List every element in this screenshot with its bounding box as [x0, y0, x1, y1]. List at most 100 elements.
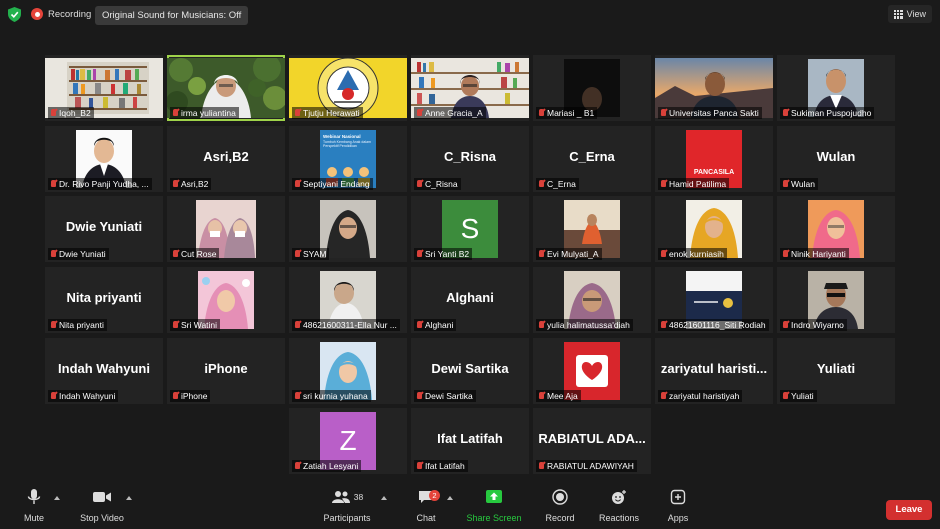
participants-label: Participants	[323, 513, 371, 523]
pancasila-text: PANCASILA	[693, 169, 735, 176]
audio-options-caret-icon[interactable]	[54, 496, 60, 500]
participant-tile[interactable]: Alghani Alghani	[411, 267, 529, 333]
participant-display-name: RABIATUL ADA...	[538, 431, 646, 446]
participant-name: Sukiman Puspojudho	[780, 107, 875, 119]
participant-tile[interactable]: 48621601116_Siti Rodiah	[655, 267, 773, 333]
participant-name: enok kurniasih	[658, 248, 727, 260]
participant-count: 38	[353, 492, 364, 502]
participant-tile[interactable]: Asri,B2 Asri,B2	[167, 126, 285, 192]
participant-tile[interactable]: 48621600311-Ella Nur ...	[289, 267, 407, 333]
share-screen-label: Share Screen	[466, 513, 522, 523]
reactions-button[interactable]: Reactions	[589, 484, 649, 523]
meeting-toolbar: Mute Stop Video 38 Participants 2 Chat S…	[0, 484, 940, 529]
participant-tile[interactable]: Z Zatiah Lesyani	[289, 408, 407, 474]
participant-tile[interactable]: Mariasi _ B1	[533, 55, 651, 121]
participant-name: zariyatul haristiyah	[658, 390, 743, 402]
participant-name: Alghani	[414, 319, 457, 331]
participant-name: Indah Wahyuni	[48, 390, 119, 402]
participant-tile[interactable]: yulia halimatussa'diah	[533, 267, 651, 333]
participant-tile[interactable]: Cut Rose	[167, 196, 285, 262]
participant-tile[interactable]: Ninik Hariyanti	[777, 196, 895, 262]
webinar-subtitle: Tumbuh Kembang Anak dalam Perspektif Pen…	[323, 140, 371, 148]
participant-name: Mariasi _ B1	[536, 107, 598, 119]
chat-button[interactable]: 2 Chat	[396, 484, 456, 523]
participant-tile[interactable]: Indro Wiyarno	[777, 267, 895, 333]
participant-display-name: Yuliati	[816, 361, 856, 376]
participant-tile[interactable]: zariyatul haristi... zariyatul haristiya…	[655, 338, 773, 404]
shield-check-icon[interactable]	[8, 7, 21, 22]
participant-name: Anne Gracia_A	[414, 107, 486, 119]
participant-tile[interactable]: Indah Wahyuni Indah Wahyuni	[45, 338, 163, 404]
participant-name: Sri Watini	[170, 319, 221, 331]
apps-icon	[670, 489, 686, 505]
share-screen-icon	[486, 490, 502, 503]
reactions-icon	[612, 490, 626, 504]
participant-tile[interactable]: Dwie Yuniati Dwie Yuniati	[45, 196, 163, 262]
participant-tile[interactable]: PANCASILA Hamid Patilima	[655, 126, 773, 192]
participant-name: Universitas Panca Sakti	[658, 107, 762, 119]
participant-tile[interactable]: SYAM	[289, 196, 407, 262]
participant-tile[interactable]: Ifat Latifah Ifat Latifah	[411, 408, 529, 474]
participants-button[interactable]: 38 Participants	[314, 484, 380, 523]
participant-name: Ninik Hariyanti	[780, 248, 849, 260]
participant-tile[interactable]: Webinar Nasional Tumbuh Kembang Anak dal…	[289, 126, 407, 192]
leave-button[interactable]: Leave	[886, 500, 932, 520]
participant-display-name: Indah Wahyuni	[58, 361, 150, 376]
participant-name: Sri Yanti B2	[414, 248, 473, 260]
chat-label: Chat	[416, 513, 436, 523]
participant-name: Wulan	[780, 178, 818, 190]
participant-tile[interactable]: Sri Watini	[167, 267, 285, 333]
participant-name: irma yuliantina	[170, 107, 239, 119]
participant-tile[interactable]: iPhone iPhone	[167, 338, 285, 404]
mute-button[interactable]: Mute	[4, 484, 64, 523]
participant-name: Yuliati	[780, 390, 817, 402]
participant-name: 48621600311-Ella Nur ...	[292, 319, 400, 331]
participant-tile[interactable]: C_Erna C_Erna	[533, 126, 651, 192]
participant-tile[interactable]: S Sri Yanti B2	[411, 196, 529, 262]
participant-tile[interactable]: Dewi Sartika Dewi Sartika	[411, 338, 529, 404]
share-screen-button[interactable]: Share Screen	[464, 484, 524, 523]
participant-tile[interactable]: Tjutju Herawati	[289, 55, 407, 121]
participant-name: Dr. Rivo Panji Yudha, ...	[48, 178, 152, 190]
participant-name: Nita priyanti	[48, 319, 107, 331]
participant-tile[interactable]: Iqoh_B2	[45, 55, 163, 121]
participant-tile[interactable]: RABIATUL ADA... RABIATUL ADAWIYAH	[533, 408, 651, 474]
participant-tile[interactable]: sri kurnia yuhana	[289, 338, 407, 404]
participants-options-caret-icon[interactable]	[381, 496, 387, 500]
participant-tile[interactable]: Sukiman Puspojudho	[777, 55, 895, 121]
record-label: Record	[545, 513, 575, 523]
meeting-top-bar: Recording Original Sound for Musicians: …	[0, 0, 940, 30]
participant-tile[interactable]: Evi Mulyati_A	[533, 196, 651, 262]
participant-name: Evi Mulyati_A	[536, 248, 602, 260]
participant-tile-active-speaker[interactable]: irma yuliantina	[167, 55, 285, 121]
participant-tile[interactable]: Mee Aja	[533, 338, 651, 404]
participant-tile[interactable]: Dr. Rivo Panji Yudha, ...	[45, 126, 163, 192]
participant-display-name: Dewi Sartika	[431, 361, 509, 376]
video-options-caret-icon[interactable]	[126, 496, 132, 500]
participant-tile[interactable]: C_Risna C_Risna	[411, 126, 529, 192]
participant-display-name: Ifat Latifah	[437, 431, 503, 446]
participant-name: Mee Aja	[536, 390, 581, 402]
participant-name: Zatiah Lesyani	[292, 460, 362, 472]
participant-display-name: Alghani	[446, 290, 494, 305]
participant-tile[interactable]: Wulan Wulan	[777, 126, 895, 192]
participant-display-name: C_Risna	[443, 149, 497, 164]
participant-tile[interactable]: Anne Gracia_A	[411, 55, 529, 121]
microphone-icon	[27, 489, 41, 504]
participant-name: Dwie Yuniati	[48, 248, 109, 260]
record-button[interactable]: Record	[530, 484, 590, 523]
recording-indicator[interactable]: Recording	[31, 8, 91, 20]
participant-tile[interactable]: Universitas Panca Sakti	[655, 55, 773, 121]
participant-name: C_Erna	[536, 178, 579, 190]
participant-name: Tjutju Herawati	[292, 107, 363, 119]
apps-button[interactable]: Apps	[648, 484, 708, 523]
chat-options-caret-icon[interactable]	[447, 496, 453, 500]
original-sound-button[interactable]: Original Sound for Musicians: Off	[95, 6, 249, 25]
participant-name: sri kurnia yuhana	[292, 390, 371, 402]
participant-tile[interactable]: Yuliati Yuliati	[777, 338, 895, 404]
recording-icon	[31, 8, 43, 20]
participant-tile[interactable]: Nita priyanti Nita priyanti	[45, 267, 163, 333]
view-button[interactable]: View	[887, 5, 932, 23]
stop-video-button[interactable]: Stop Video	[72, 484, 132, 523]
participant-tile[interactable]: enok kurniasih	[655, 196, 773, 262]
